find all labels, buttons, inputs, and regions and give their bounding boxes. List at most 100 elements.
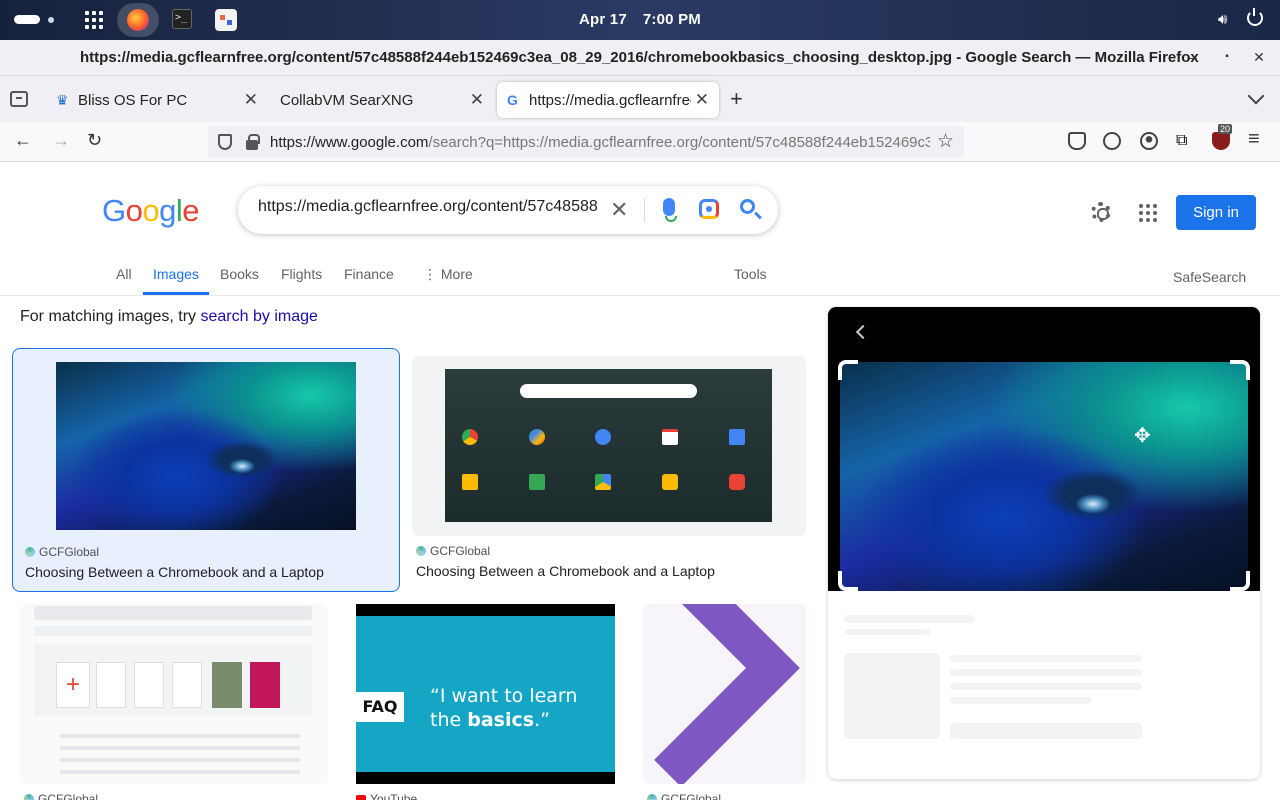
purple-chevron-thumbnail[interactable]: [643, 604, 806, 784]
lens-crop-corner[interactable]: [838, 360, 858, 380]
tab-bliss-os[interactable]: ♛ Bliss OS For PC ✕: [46, 82, 268, 118]
result-source[interactable]: GCFGlobal: [647, 792, 721, 800]
tab-collabvm-searxng[interactable]: CollabVM SearXNG ✕: [272, 82, 494, 118]
result-title[interactable]: Choosing Between a Chromebook and a Lapt…: [25, 564, 324, 580]
account-icon[interactable]: [1140, 132, 1158, 150]
forward-button[interactable]: →: [52, 130, 70, 151]
thumb-template: [250, 662, 280, 708]
result-source[interactable]: GCFGlobal: [416, 544, 490, 558]
url-text[interactable]: https://www.google.com/search?q=https://…: [270, 134, 930, 151]
clear-search-icon[interactable]: ✕: [610, 197, 628, 223]
navigation-toolbar: ← → ↻ https://www.google.com/search?q=ht…: [0, 122, 1280, 162]
clock-time: 7:00 PM: [642, 11, 701, 28]
safesearch-button[interactable]: SafeSearch: [1173, 269, 1246, 285]
tab-images[interactable]: Images: [143, 266, 209, 295]
voice-search-mic-icon[interactable]: [663, 198, 677, 222]
sign-in-button[interactable]: Sign in: [1176, 195, 1256, 230]
google-lens-icon[interactable]: [699, 199, 719, 219]
lens-crop-corner[interactable]: [1230, 571, 1250, 591]
youtube-favicon-icon: [356, 795, 366, 800]
reload-button[interactable]: ↻: [87, 130, 102, 151]
google-logo[interactable]: Google: [102, 193, 200, 229]
list-all-tabs-icon[interactable]: [1247, 87, 1265, 105]
thumb-blank-doc: +: [56, 662, 90, 708]
tab-more[interactable]: ⋮ More: [423, 266, 473, 283]
quote-line-1: “I want to learn: [430, 685, 578, 707]
result-source[interactable]: GCFGlobal: [24, 792, 98, 800]
tools-button[interactable]: Tools: [734, 266, 767, 282]
search-by-image-link[interactable]: search by image: [201, 308, 318, 325]
activities-button[interactable]: [14, 15, 40, 24]
lens-crop-corner[interactable]: [1230, 360, 1250, 380]
tab-close-icon[interactable]: ✕: [470, 90, 484, 110]
logo-letter: g: [159, 193, 176, 228]
image-result-4[interactable]: FAQ “I want to learn the basics.” YouTube: [356, 604, 615, 800]
image-result-3[interactable]: + GCFGlobal: [20, 604, 328, 800]
url-bar[interactable]: https://www.google.com/search?q=https://…: [208, 126, 964, 158]
faq-thumbnail[interactable]: FAQ “I want to learn the basics.”: [356, 604, 615, 784]
new-tab-button[interactable]: +: [730, 86, 743, 112]
image-result-2[interactable]: GCFGlobal Choosing Between a Chromebook …: [412, 356, 806, 592]
lock-icon[interactable]: [246, 134, 260, 150]
terminal-dock-icon[interactable]: >_: [172, 9, 192, 29]
result-source[interactable]: GCFGlobal: [25, 545, 99, 559]
tab-label: https://media.gcflearnfree.o: [529, 92, 691, 109]
result-source[interactable]: YouTube: [356, 792, 417, 800]
google-apps-icon[interactable]: [1139, 204, 1157, 222]
minimize-button[interactable]: –: [1184, 48, 1202, 66]
tab-google-search[interactable]: G https://media.gcflearnfree.o ✕: [497, 82, 719, 118]
tracking-protection-shield-icon[interactable]: [218, 134, 232, 150]
back-chevron-icon[interactable]: [855, 324, 871, 340]
image-result-5[interactable]: GCFGlobal: [643, 604, 806, 800]
tab-close-icon[interactable]: ✕: [244, 90, 258, 110]
google-docs-thumbnail[interactable]: +: [20, 604, 328, 784]
search-input[interactable]: [258, 198, 598, 216]
launcher-searchbar: [520, 384, 697, 398]
back-button[interactable]: ←: [14, 130, 32, 151]
lens-crop-corner[interactable]: [838, 571, 858, 591]
image-preview-panel: ✥: [828, 307, 1260, 779]
tab-label: Bliss OS For PC: [78, 92, 188, 109]
clock-date: Apr 17: [579, 11, 627, 28]
search-type-tabs: All Images Books Flights Finance ⋮ More …: [0, 258, 1280, 296]
quote-line-2-start: the: [430, 709, 468, 731]
pocket-icon[interactable]: [1068, 132, 1086, 150]
tab-all[interactable]: All: [116, 266, 132, 282]
loading-placeholder: [844, 653, 940, 739]
quote-line-2-end: .”: [534, 709, 550, 731]
ublock-origin-icon[interactable]: 20: [1212, 124, 1233, 150]
bookmark-star-icon[interactable]: ☆: [937, 130, 954, 153]
peacock-feather-thumbnail[interactable]: [56, 362, 356, 530]
power-icon[interactable]: [1247, 8, 1263, 26]
app-grid-icon[interactable]: [85, 11, 103, 29]
docs-app-icon: [729, 429, 745, 445]
search-divider: [644, 198, 645, 222]
thumb-template: [212, 662, 242, 708]
settings-gear-icon[interactable]: [1091, 202, 1111, 222]
history-clock-icon[interactable]: [1103, 132, 1121, 150]
firefox-view-icon[interactable]: [10, 91, 28, 107]
google-images-page: Google ✕ Sign in All Images Books Flight…: [0, 162, 1280, 800]
firefox-dock-icon[interactable]: [117, 3, 159, 37]
speaker-icon[interactable]: 🔊︎: [1218, 11, 1227, 28]
tab-close-icon[interactable]: ✕: [695, 90, 709, 110]
chromeos-launcher-thumbnail[interactable]: [445, 369, 772, 522]
clock[interactable]: Apr 17 7:00 PM: [0, 11, 1280, 28]
tab-books[interactable]: Books: [220, 266, 259, 282]
close-window-button[interactable]: ✕: [1250, 48, 1268, 66]
loading-placeholder: [950, 669, 1142, 676]
image-result-1[interactable]: GCFGlobal Choosing Between a Chromebook …: [12, 348, 400, 592]
tab-flights[interactable]: Flights: [281, 266, 322, 282]
open-menu-button[interactable]: ≡: [1248, 128, 1260, 151]
search-magnifier-icon[interactable]: [740, 199, 755, 214]
thumb-doc-list: [60, 734, 300, 738]
move-cursor-icon: ✥: [1134, 425, 1151, 447]
maximize-button[interactable]: ▪: [1218, 48, 1236, 66]
result-title[interactable]: Choosing Between a Chromebook and a Lapt…: [416, 563, 715, 579]
search-by-image-hint: For matching images, try search by image: [20, 308, 318, 326]
software-store-dock-icon[interactable]: [215, 9, 237, 31]
extensions-puzzle-icon[interactable]: ⧉: [1176, 132, 1194, 150]
preview-image[interactable]: [840, 362, 1248, 591]
tab-finance[interactable]: Finance: [344, 266, 394, 282]
loading-placeholder: [844, 629, 930, 635]
